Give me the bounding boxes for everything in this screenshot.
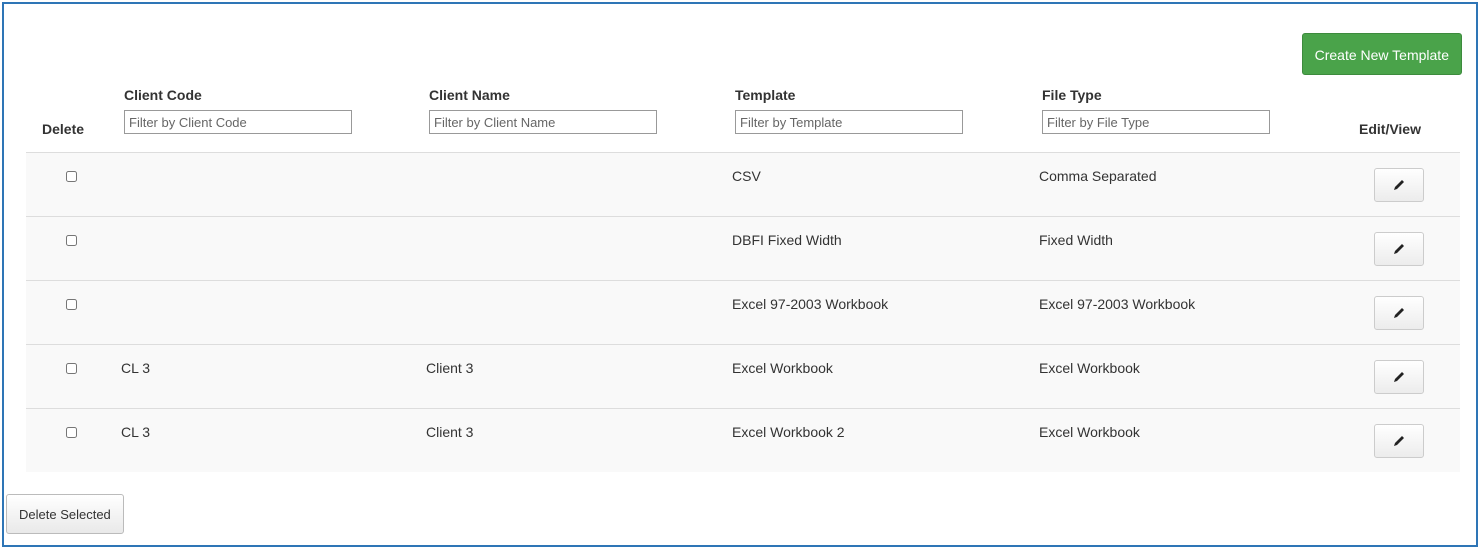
file-type-column-header: File Type: [1042, 87, 1102, 103]
row-template: DBFI Fixed Width: [732, 232, 842, 248]
client-name-column-header: Client Name: [429, 87, 510, 103]
row-file-type: Fixed Width: [1039, 232, 1113, 248]
row-delete-checkbox[interactable]: [66, 171, 77, 182]
row-client-code: CL 3: [121, 360, 151, 376]
row-client-code: CL 3: [121, 424, 151, 440]
template-table-body: CSV Comma Separated DBFI Fixed Width Fix…: [26, 152, 1460, 472]
client-name-filter-input[interactable]: [429, 110, 657, 134]
table-row: CL 3 Client 3 Excel Workbook Excel Workb…: [26, 344, 1460, 408]
row-template: Excel Workbook: [732, 360, 833, 376]
edit-view-button[interactable]: [1374, 232, 1424, 266]
template-column-header: Template: [735, 87, 796, 103]
row-client-name: Client 3: [426, 360, 474, 376]
file-type-filter-input[interactable]: [1042, 110, 1270, 134]
templates-panel: Create New Template Delete Client Code C…: [2, 2, 1478, 547]
edit-view-button[interactable]: [1374, 168, 1424, 202]
row-file-type: Comma Separated: [1039, 168, 1157, 184]
pencil-icon: [1394, 372, 1404, 382]
row-delete-checkbox[interactable]: [66, 427, 77, 438]
row-template: CSV: [732, 168, 761, 184]
template-filter-input[interactable]: [735, 110, 963, 134]
row-delete-checkbox[interactable]: [66, 299, 77, 310]
row-template: Excel Workbook 2: [732, 424, 845, 440]
edit-view-button[interactable]: [1374, 296, 1424, 330]
client-code-column-header: Client Code: [124, 87, 202, 103]
row-client-name: Client 3: [426, 424, 474, 440]
table-row: CL 3 Client 3 Excel Workbook 2 Excel Wor…: [26, 408, 1460, 472]
row-file-type: Excel 97-2003 Workbook: [1039, 296, 1196, 312]
pencil-icon: [1394, 244, 1404, 254]
pencil-icon: [1394, 308, 1404, 318]
client-code-filter-input[interactable]: [124, 110, 352, 134]
pencil-icon: [1394, 436, 1404, 446]
table-row: DBFI Fixed Width Fixed Width: [26, 216, 1460, 280]
delete-column-header: Delete: [42, 121, 85, 137]
edit-view-button[interactable]: [1374, 360, 1424, 394]
edit-view-button[interactable]: [1374, 424, 1424, 458]
row-delete-checkbox[interactable]: [66, 235, 77, 246]
row-template: Excel 97-2003 Workbook: [732, 296, 889, 312]
delete-selected-button[interactable]: Delete Selected: [6, 494, 124, 534]
row-file-type: Excel Workbook: [1039, 424, 1140, 440]
row-file-type: Excel Workbook: [1039, 360, 1140, 376]
table-header: Delete Client Code Client Name Template …: [4, 4, 1476, 152]
edit-view-column-header: Edit/View: [1359, 121, 1421, 137]
table-row: CSV Comma Separated: [26, 152, 1460, 216]
pencil-icon: [1394, 180, 1404, 190]
table-row: Excel 97-2003 Workbook Excel 97-2003 Wor…: [26, 280, 1460, 344]
row-delete-checkbox[interactable]: [66, 363, 77, 374]
